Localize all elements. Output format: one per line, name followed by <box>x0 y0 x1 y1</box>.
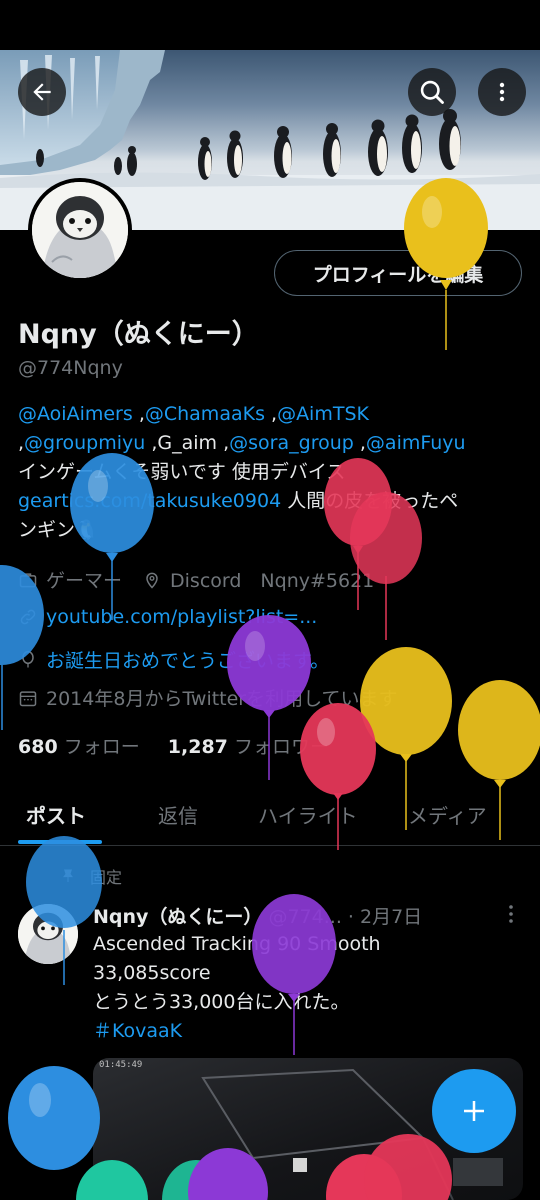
followers-link[interactable]: 1,287 フォロワー <box>168 736 329 758</box>
search-button[interactable] <box>408 68 456 116</box>
profile-location: Discord Nqny#5621 <box>170 570 375 592</box>
bio-mention[interactable]: @aimFuyu <box>366 432 466 454</box>
search-icon <box>420 80 444 104</box>
penguin-avatar-image <box>32 182 128 278</box>
following-count: 680 <box>18 736 58 758</box>
tab-posts[interactable]: ポスト <box>26 800 86 829</box>
profile-meta-category-location: ゲーマー Discord Nqny#5621 <box>18 566 374 593</box>
post-line: Ascended Tracking 90 Smooth <box>93 933 381 955</box>
avatar <box>32 182 128 278</box>
profile-birthday: お誕生日おめでとうございます。 <box>46 650 330 672</box>
edit-profile-button[interactable]: プロフィールを編集 <box>274 250 522 296</box>
bio-text: インゲームくそ弱いです 使用デバイス <box>18 461 346 483</box>
pinned-indicator: 固定 <box>60 864 122 888</box>
profile-meta-birthday: お誕生日おめでとうございます。 <box>18 646 329 673</box>
profile-name: Nqny（ぬくにー） <box>18 319 259 350</box>
post-line: とうとう33,000台に入れた。 <box>93 991 350 1013</box>
followers-count: 1,287 <box>167 736 228 758</box>
compose-post-button[interactable] <box>432 1069 516 1153</box>
profile-meta-joined: 2014年8月からTwitterを利用しています <box>18 684 398 711</box>
arrow-left-icon <box>33 83 51 101</box>
calendar-icon <box>19 690 37 706</box>
more-options-button[interactable] <box>478 68 526 116</box>
pin-icon <box>63 869 73 882</box>
status-bar-area <box>0 0 540 50</box>
following-link[interactable]: 680 フォロー <box>18 736 140 758</box>
bio-text: ンギン🐧 <box>18 519 99 541</box>
balloon-icon <box>22 650 34 667</box>
post-author-handle: @774... <box>268 906 342 928</box>
post-author-avatar[interactable] <box>18 904 78 964</box>
bio-text: G_aim <box>157 432 218 454</box>
bio-link[interactable]: geartics.com/takusuke0904 <box>18 490 281 512</box>
active-tab-indicator <box>18 840 102 844</box>
bio-mention[interactable]: @AoiAimers <box>18 403 133 425</box>
followers-label: フォロワー <box>233 736 329 758</box>
plus-icon <box>464 1101 484 1121</box>
follow-stats: 680 フォロー 1,287 フォロワー <box>18 732 329 759</box>
post-author-name[interactable]: Nqny（ぬくにー） <box>93 906 262 928</box>
bio-mention[interactable]: @sora_group <box>229 432 354 454</box>
bio-mention[interactable]: @ChamaaKs <box>145 403 265 425</box>
post-header: Nqny（ぬくにー） @774... · 2月7日 <box>93 902 422 929</box>
profile-joined-date: 2014年8月からTwitterを利用しています <box>46 688 398 710</box>
profile-category: ゲーマー <box>46 570 123 592</box>
bio-text: 人間の皮を被ったペ <box>281 490 459 512</box>
post-more-button[interactable] <box>504 903 518 929</box>
profile-handle: @774Nqny <box>18 357 123 379</box>
briefcase-icon <box>19 572 37 587</box>
post-line: 33,085score <box>93 962 211 984</box>
following-label: フォロー <box>63 736 140 758</box>
pinned-label: 固定 <box>90 868 123 887</box>
post-date: · 2月7日 <box>347 906 423 928</box>
link-icon <box>20 609 36 625</box>
bio-mention[interactable]: @AimTSK <box>277 403 369 425</box>
tab-replies[interactable]: 返信 <box>158 800 198 829</box>
profile-tabs: ポスト 返信 ハイライト メディア <box>0 790 540 844</box>
post-hashtag[interactable]: ＃KovaaK <box>93 1017 523 1046</box>
bio-mention[interactable]: @groupmiyu <box>24 432 145 454</box>
profile-meta-website: youtube.com/playlist?list=... <box>18 606 317 628</box>
tab-media[interactable]: メディア <box>408 800 487 829</box>
profile-avatar[interactable] <box>28 178 132 282</box>
penguin-avatar-image <box>18 904 78 964</box>
media-timestamp: 01:45:49 <box>99 1060 143 1070</box>
balloon-decoration <box>8 1066 100 1170</box>
back-button[interactable] <box>18 68 66 116</box>
more-vertical-icon <box>509 905 513 923</box>
more-vertical-icon <box>499 82 505 102</box>
tab-highlights[interactable]: ハイライト <box>258 800 358 829</box>
location-pin-icon <box>146 572 158 589</box>
tabs-divider <box>0 845 540 846</box>
profile-bio: @AoiAimers ,@ChamaaKs ,@AimTSK ,@groupmi… <box>18 400 528 545</box>
profile-website-link[interactable]: youtube.com/playlist?list=... <box>46 606 317 628</box>
post-body: Ascended Tracking 90 Smooth 33,085score … <box>93 930 523 1046</box>
